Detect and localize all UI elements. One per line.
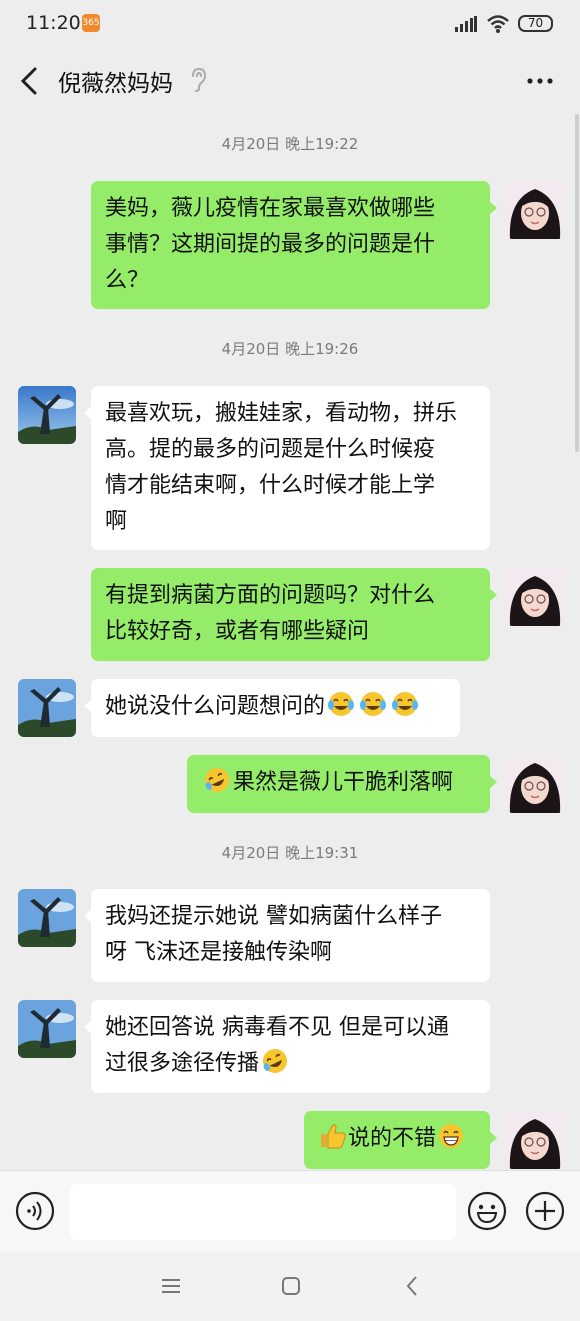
voice-icon[interactable] xyxy=(14,1190,56,1232)
message-line: 啊 xyxy=(105,509,128,534)
system-navigation-bar xyxy=(0,1252,580,1321)
tears-of-joy-icon xyxy=(360,692,387,716)
avatar-contact-image xyxy=(18,386,76,444)
avatar-contact[interactable] xyxy=(18,889,76,947)
battery-indicator: 70 xyxy=(518,15,553,32)
home-icon[interactable] xyxy=(281,1276,301,1296)
message-line: 过很多途径传播 xyxy=(105,1051,260,1076)
timestamp: 4月20日 晚上19:31 xyxy=(221,844,359,862)
avatar-self-image xyxy=(506,1111,564,1169)
back-icon[interactable] xyxy=(404,1274,420,1298)
avatar-self-image xyxy=(506,568,564,626)
wifi-icon xyxy=(487,15,509,33)
chat-header: 倪薇然妈妈 xyxy=(0,50,580,112)
avatar-self-image xyxy=(506,181,564,239)
message-text: 她说没什么问题想问的 xyxy=(105,694,326,719)
thumbs-up-icon xyxy=(321,1124,346,1149)
plus-icon[interactable] xyxy=(524,1190,566,1232)
message-line: 比较好奇，或者有哪些疑问 xyxy=(105,619,370,644)
message-text: 说的不错 xyxy=(348,1126,437,1151)
earpiece-icon xyxy=(192,67,207,92)
rolling-laughing-icon xyxy=(263,1049,288,1073)
message-line: 呀 飞沫还是接触传染啊 xyxy=(105,940,332,965)
avatar-contact-image xyxy=(18,1000,76,1058)
received-message[interactable]: 她还回答说 病毒看不见 但是可以通 过很多途径传播 xyxy=(84,1000,490,1093)
status-time: 11:20 xyxy=(26,12,81,34)
app-badge-icon: 365 xyxy=(82,14,100,32)
message-text: 果然是薇儿干脆利落啊 xyxy=(233,770,454,795)
avatar-contact-image xyxy=(18,679,76,737)
sent-message[interactable]: 果然是薇儿干脆利落啊 xyxy=(187,755,497,813)
avatar-self[interactable] xyxy=(506,568,564,626)
received-message[interactable]: 她说没什么问题想问的 xyxy=(84,679,460,737)
avatar-contact[interactable] xyxy=(18,679,76,737)
sent-message[interactable]: 说的不错 xyxy=(304,1111,497,1169)
message-line: 美妈，薇儿疫情在家最喜欢做哪些 xyxy=(105,196,436,221)
avatar-contact-image xyxy=(18,889,76,947)
sent-message[interactable]: 有提到病菌方面的问题吗？对什么 比较好奇，或者有哪些疑问 xyxy=(91,568,497,661)
message-line: 情才能结束啊，什么时候才能上学 xyxy=(105,473,436,498)
avatar-self[interactable] xyxy=(506,755,564,813)
received-message[interactable]: 最喜欢玩，搬娃娃家，看动物，拼乐 高。提的最多的问题是什么时候疫 情才能结束啊，… xyxy=(84,386,490,550)
input-bar xyxy=(0,1170,580,1252)
avatar-contact[interactable] xyxy=(18,1000,76,1058)
avatar-self[interactable] xyxy=(506,181,564,239)
message-line: 我妈还提示她说 譬如病菌什么样子 xyxy=(105,904,442,929)
rolling-laughing-icon xyxy=(205,768,229,792)
avatar-self[interactable] xyxy=(506,1111,564,1169)
timestamp: 4月20日 晚上19:26 xyxy=(221,340,359,358)
grinning-icon xyxy=(439,1124,464,1148)
message-line: 有提到病菌方面的问题吗？对什么 xyxy=(105,583,436,608)
emoji-icon[interactable] xyxy=(466,1190,508,1232)
status-bar: 11:20 365 70 xyxy=(0,0,580,50)
more-dots-icon[interactable] xyxy=(524,66,556,96)
avatar-contact[interactable] xyxy=(18,386,76,444)
message-input[interactable] xyxy=(70,1184,456,1240)
tears-of-joy-icon xyxy=(328,692,355,716)
avatar-self-image xyxy=(506,755,564,813)
tears-of-joy-icon xyxy=(392,692,419,716)
timestamp: 4月20日 晚上19:22 xyxy=(221,135,359,153)
received-message[interactable]: 我妈还提示她说 譬如病菌什么样子 呀 飞沫还是接触传染啊 xyxy=(84,889,490,982)
chat-title: 倪薇然妈妈 xyxy=(58,71,173,97)
signal-icon xyxy=(455,16,477,32)
message-line-wrap: 过很多途径传播 xyxy=(105,1046,476,1082)
back-chevron-icon[interactable] xyxy=(14,64,44,98)
scrollbar[interactable] xyxy=(575,114,579,452)
message-list[interactable]: 4月20日 晚上19:22 美妈，薇儿疫情在家最喜欢做哪些 事情？这期间提的最多… xyxy=(0,112,580,1170)
message-line: 么？ xyxy=(105,268,150,293)
message-line: 她还回答说 病毒看不见 但是可以通 xyxy=(105,1015,449,1040)
menu-icon[interactable] xyxy=(160,1276,182,1296)
sent-message[interactable]: 美妈，薇儿疫情在家最喜欢做哪些 事情？这期间提的最多的问题是什 么？ xyxy=(91,181,497,309)
message-line: 事情？这期间提的最多的问题是什 xyxy=(105,232,436,257)
message-line: 最喜欢玩，搬娃娃家，看动物，拼乐 xyxy=(105,401,458,426)
message-line: 高。提的最多的问题是什么时候疫 xyxy=(105,437,436,462)
